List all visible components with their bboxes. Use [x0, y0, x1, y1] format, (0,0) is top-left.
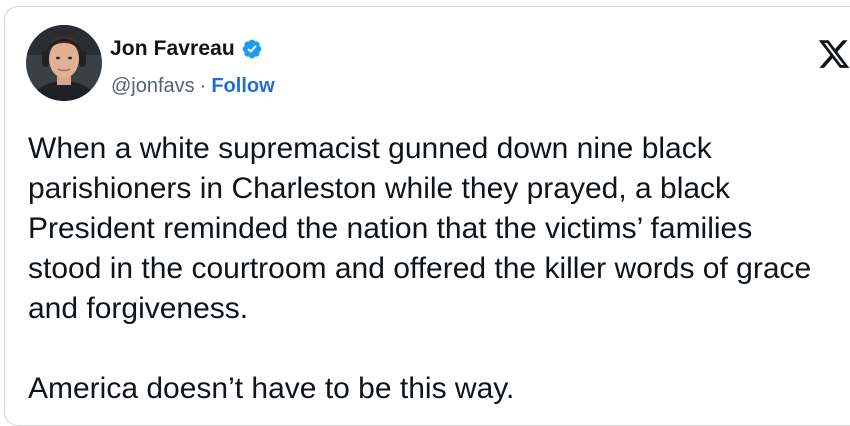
- follow-button[interactable]: Follow: [211, 75, 274, 98]
- avatar-image: [26, 25, 102, 101]
- tweet-card[interactable]: Jon Favreau @jonfavs · Follow When a whi…: [4, 6, 850, 426]
- tweet-text: When a white supremacist gunned down nin…: [28, 129, 828, 409]
- author-name[interactable]: Jon Favreau: [110, 37, 235, 61]
- x-logo-icon[interactable]: [817, 37, 850, 71]
- author-name-row: Jon Favreau: [110, 35, 263, 63]
- tweet-paragraph-2: America doesn’t have to be this way.: [28, 372, 515, 405]
- author-handle-row: @jonfavs · Follow: [111, 73, 275, 99]
- verified-badge-icon: [242, 39, 262, 59]
- separator-dot: ·: [199, 74, 207, 97]
- tweet-paragraph-1: When a white supremacist gunned down nin…: [28, 132, 812, 325]
- avatar[interactable]: [26, 25, 102, 101]
- author-handle[interactable]: @jonfavs: [111, 75, 195, 98]
